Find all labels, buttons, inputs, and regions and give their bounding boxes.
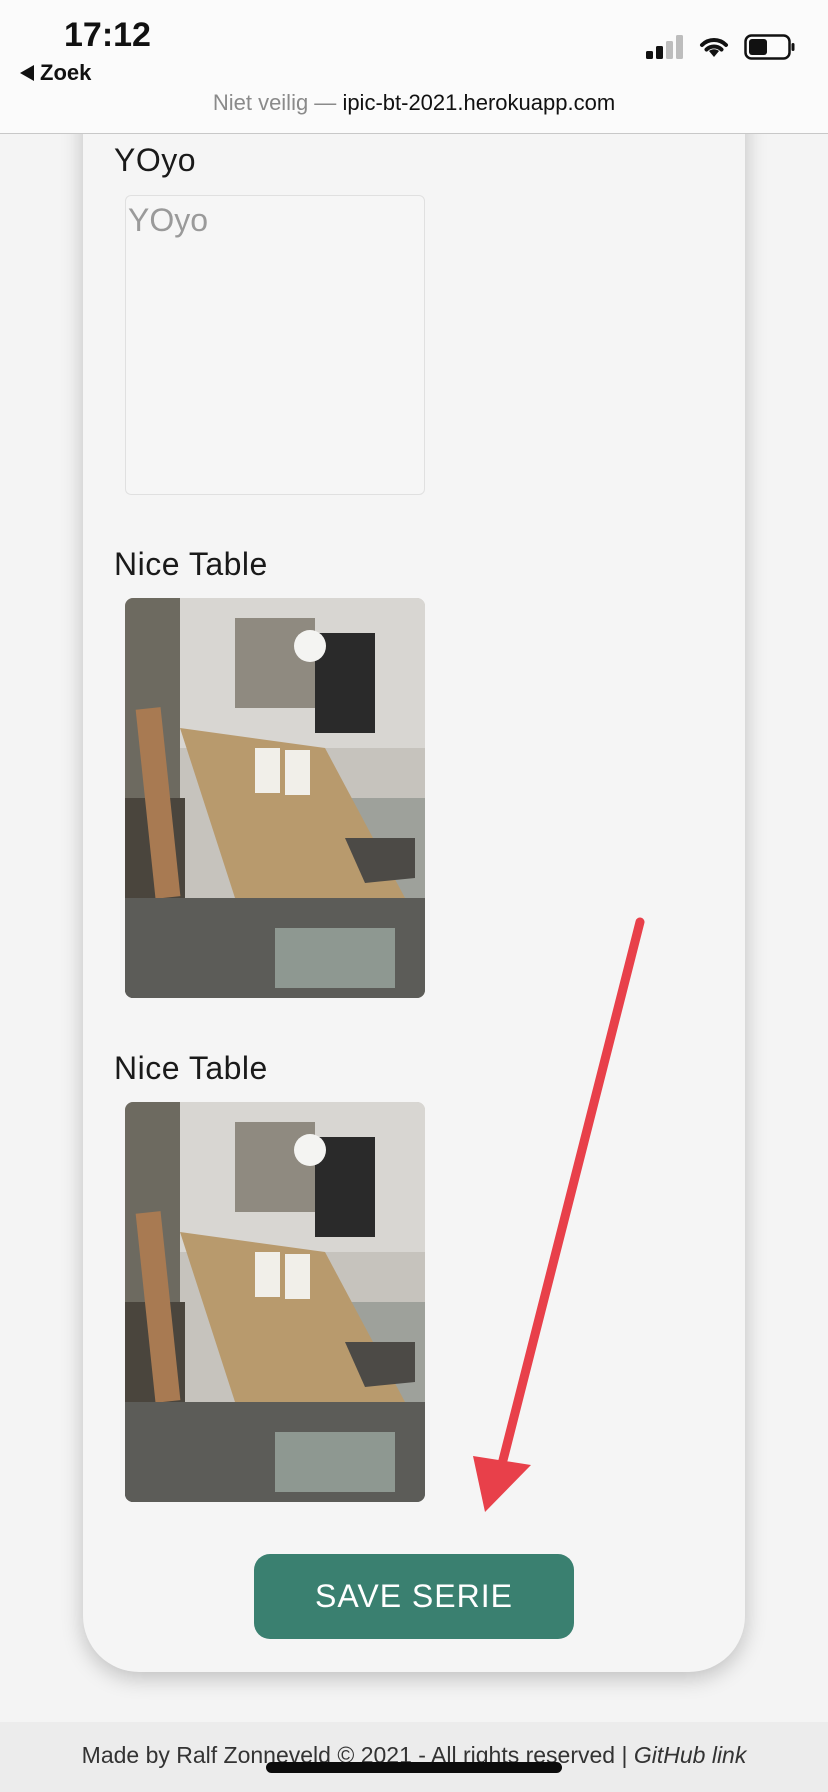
item-title: YOyo xyxy=(114,142,197,178)
home-indicator xyxy=(266,1762,562,1773)
insecure-label: Niet veilig — xyxy=(212,90,337,115)
save-serie-button[interactable]: SAVE SERIE xyxy=(254,1554,574,1639)
back-to-search-link[interactable]: Zoek xyxy=(20,60,91,86)
battery-icon xyxy=(744,34,795,60)
url-host: ipic-bt-2021.herokuapp.com xyxy=(342,90,616,115)
image-placeholder: YOyo xyxy=(125,195,425,495)
image-alt-text: YOyo xyxy=(128,202,209,238)
signal-icon xyxy=(646,35,683,59)
page-footer: Made by Ralf Zonneveld © 2021 - All righ… xyxy=(0,1722,828,1792)
wifi-icon xyxy=(700,38,728,57)
item-title: Nice Table xyxy=(114,546,268,582)
item-title: Nice Table xyxy=(114,1050,268,1086)
github-link[interactable]: GitHub link xyxy=(634,1742,746,1768)
back-arrow-icon xyxy=(20,65,34,81)
dining-table-photo xyxy=(125,598,425,998)
item-image xyxy=(125,1102,425,1502)
item-image xyxy=(125,598,425,998)
dining-table-photo xyxy=(125,1102,425,1502)
browser-top-bar: 17:12 Zoek Niet veilig — ipic-bt-2021.he… xyxy=(0,0,828,134)
back-link-label: Zoek xyxy=(40,60,92,85)
address-bar[interactable]: Niet veilig — ipic-bt-2021.herokuapp.com xyxy=(0,90,828,116)
status-time: 17:12 xyxy=(64,16,151,54)
status-icons xyxy=(646,34,796,60)
